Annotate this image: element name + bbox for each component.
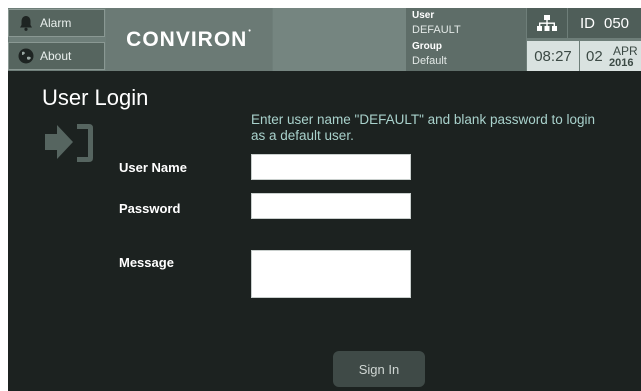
- header-bar: Alarm About CONVIRON• User DEFAULT Group…: [8, 8, 641, 71]
- clock-date: 02 APR 2016: [580, 41, 641, 71]
- message-box: [251, 250, 411, 298]
- time-value: 08:27: [534, 47, 572, 65]
- logo-area: CONVIRON•: [106, 8, 272, 71]
- group-label: Group: [412, 41, 442, 52]
- id-label: ID: [579, 14, 595, 32]
- alarm-button[interactable]: Alarm: [8, 9, 105, 37]
- page-title: User Login: [42, 85, 149, 110]
- about-label: About: [40, 49, 72, 63]
- bell-icon: [20, 16, 32, 31]
- user-value: DEFAULT: [412, 24, 461, 36]
- password-field[interactable]: [251, 193, 411, 219]
- date-day: 02: [586, 48, 603, 65]
- network-icon: [537, 15, 557, 31]
- login-hint: Enter user name "DEFAULT" and blank pass…: [251, 112, 596, 143]
- about-button[interactable]: About: [8, 42, 105, 70]
- header-spacer: [273, 8, 406, 71]
- username-label: User Name: [119, 160, 187, 175]
- id-value: 050: [603, 14, 630, 32]
- sign-in-button[interactable]: Sign In: [333, 351, 425, 387]
- date-year: 2016: [609, 57, 634, 69]
- conviron-logo: CONVIRON•: [126, 27, 252, 51]
- password-label: Password: [119, 201, 181, 216]
- alarm-label: Alarm: [40, 16, 72, 30]
- user-label: User: [412, 10, 435, 21]
- date-month: APR: [613, 44, 638, 58]
- network-button[interactable]: [527, 8, 567, 38]
- chamber-id: ID 050: [568, 8, 641, 38]
- username-field[interactable]: [251, 154, 411, 180]
- login-icon: [45, 124, 93, 162]
- clock-time: 08:27: [527, 41, 579, 71]
- sign-in-label: Sign In: [358, 361, 400, 377]
- user-info-panel: User DEFAULT Group Default: [406, 8, 526, 71]
- globe-icon: [18, 48, 34, 64]
- group-value: Default: [412, 55, 447, 67]
- app-screen: Alarm About CONVIRON• User DEFAULT Group…: [8, 8, 641, 391]
- logo-text: CONVIRON: [126, 27, 248, 51]
- message-label: Message: [119, 255, 174, 270]
